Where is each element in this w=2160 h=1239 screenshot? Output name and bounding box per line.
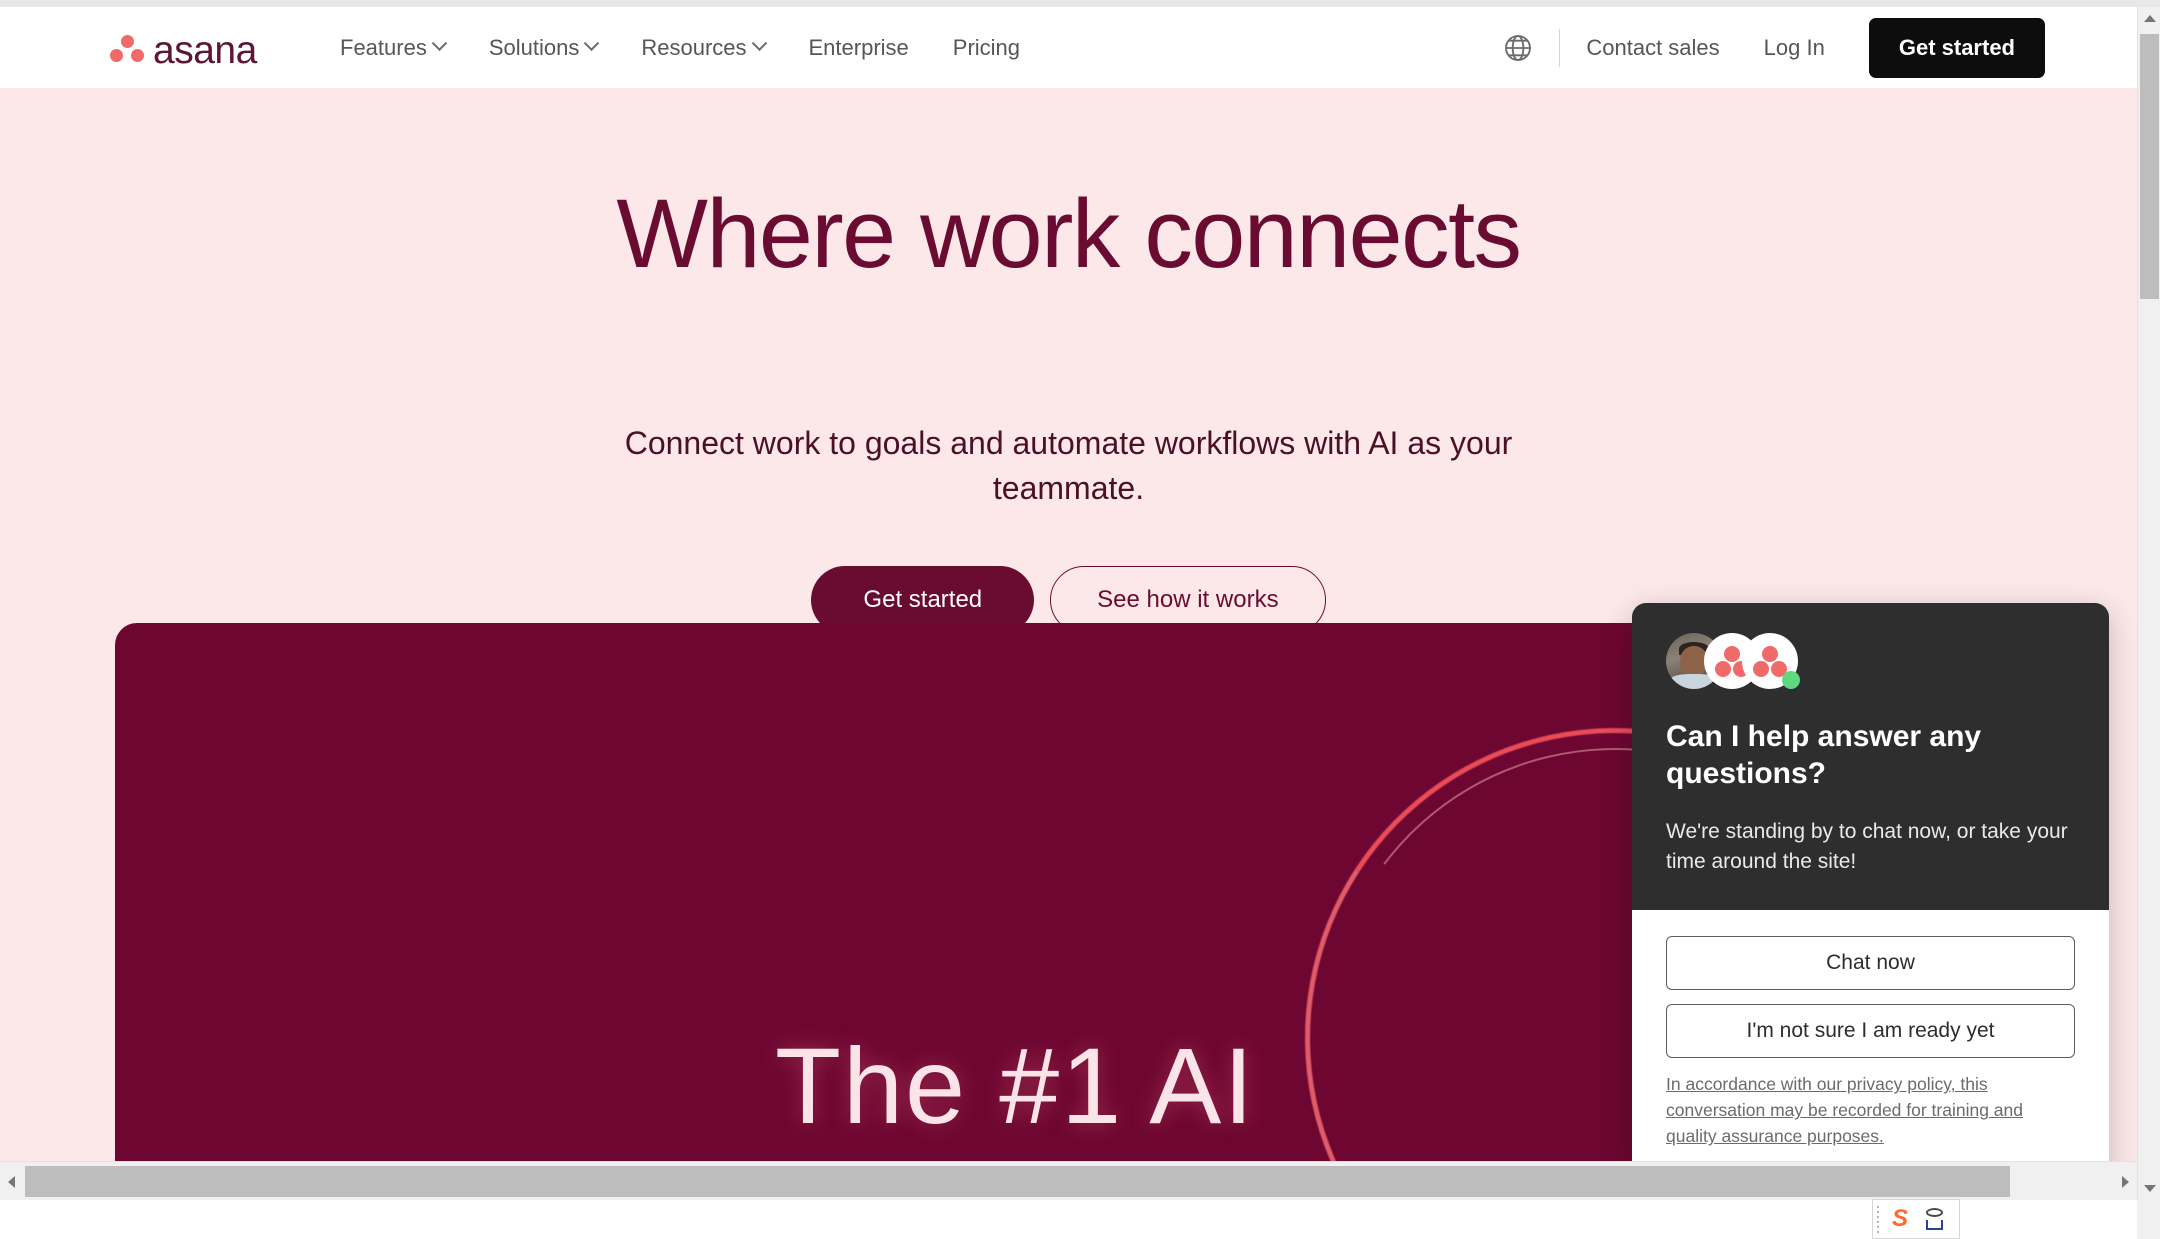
nav-item-solutions[interactable]: Solutions (488, 34, 600, 61)
nav-item-resources[interactable]: Resources (641, 34, 767, 61)
site-header: asana Features Solutions Resources Enter… (0, 7, 2137, 88)
chevron-down-icon (431, 35, 448, 52)
hero-media-caption: The #1 AI (775, 1025, 1256, 1146)
scroll-left-arrow-icon[interactable] (0, 1162, 23, 1200)
header-actions: Contact sales Log In Get started (1495, 7, 2045, 88)
browser-chrome-strip (0, 0, 2160, 7)
chat-widget: Can I help answer any questions? We're s… (1632, 603, 2109, 1181)
asana-logo-text: asana (153, 29, 257, 72)
nav-label: Pricing (952, 34, 1021, 60)
nav-label: Features (340, 34, 427, 60)
header-divider (1559, 28, 1561, 67)
log-in-link[interactable]: Log In (1764, 35, 1825, 61)
vertical-scrollbar[interactable] (2137, 7, 2160, 1200)
nav-label: Resources (641, 34, 747, 60)
nav-item-pricing[interactable]: Pricing (953, 35, 1020, 61)
nav-item-features[interactable]: Features (340, 34, 448, 61)
drag-grip-icon[interactable] (1873, 1200, 1883, 1238)
asana-logo-icon (110, 34, 144, 65)
primary-navigation: Features Solutions Resources Enterprise … (340, 7, 1020, 88)
scroll-down-arrow-icon[interactable] (2138, 1177, 2160, 1200)
chevron-down-icon (751, 35, 767, 52)
chat-body-text: We're standing by to chat now, or take y… (1666, 819, 2068, 873)
contact-sales-link[interactable]: Contact sales (1586, 35, 1719, 61)
scrollbar-corner (2137, 1200, 2160, 1239)
page-title: Where work connects (616, 179, 1522, 288)
nav-item-enterprise[interactable]: Enterprise (809, 35, 909, 61)
scroll-up-arrow-icon[interactable] (2138, 7, 2160, 30)
nav-label: Solutions (488, 34, 580, 60)
chat-widget-actions: Chat now I'm not sure I am ready yet In … (1632, 910, 2109, 1181)
capture-toolbar[interactable]: S (1872, 1199, 1960, 1239)
snagit-s-icon[interactable]: S (1883, 1202, 1917, 1236)
chat-avatar-group (1666, 633, 2075, 693)
nav-label: Enterprise (808, 34, 909, 60)
chevron-down-icon (584, 35, 600, 52)
get-started-button-header[interactable]: Get started (1868, 17, 2045, 78)
horizontal-scrollbar[interactable] (0, 1161, 2137, 1200)
hero-subtitle: Connect work to goals and automate workf… (624, 425, 1513, 507)
browser-window: asana Features Solutions Resources Enter… (0, 0, 2160, 1239)
capture-region-icon[interactable] (1917, 1202, 1951, 1236)
chat-heading: Can I help answer any questions? (1666, 720, 1982, 790)
page-content: asana Features Solutions Resources Enter… (0, 7, 2137, 1200)
globe-icon[interactable] (1495, 25, 1541, 71)
vertical-scrollbar-thumb[interactable] (2140, 34, 2159, 299)
horizontal-scrollbar-thumb[interactable] (25, 1166, 2010, 1197)
asana-logo[interactable]: asana (110, 29, 257, 70)
chat-now-button[interactable]: Chat now (1666, 936, 2075, 991)
online-status-badge (1782, 671, 1800, 689)
privacy-policy-link[interactable]: In accordance with our privacy policy, t… (1666, 1072, 2075, 1150)
scroll-right-arrow-icon[interactable] (2114, 1162, 2137, 1200)
hero-section: Where work connects Connect work to goal… (0, 88, 2137, 1200)
chat-widget-header: Can I help answer any questions? We're s… (1632, 603, 2109, 911)
not-ready-button[interactable]: I'm not sure I am ready yet (1666, 1004, 2075, 1059)
